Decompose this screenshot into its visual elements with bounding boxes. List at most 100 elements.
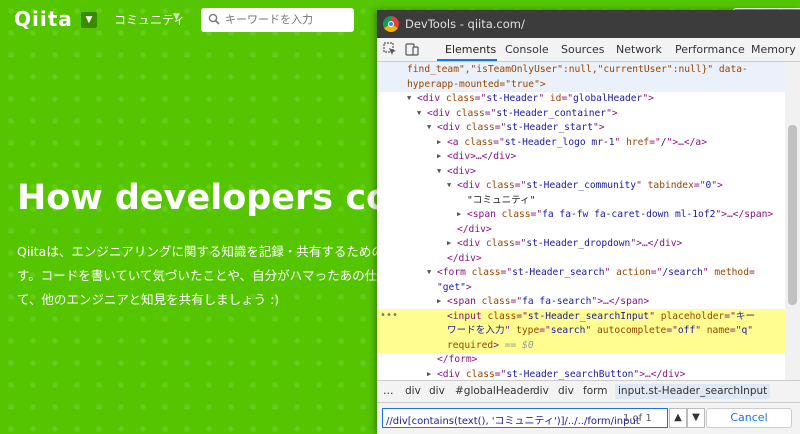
node-markup: <div>…</div> [447, 149, 516, 164]
dom-node-line[interactable]: find_team","isTeamOnlyUser":null,"curren… [377, 62, 785, 77]
dom-node-line[interactable]: </div> [377, 222, 785, 237]
breadcrumb-item[interactable]: div [533, 385, 549, 397]
cancel-button[interactable]: Cancel [706, 408, 792, 428]
breadcrumb-current[interactable]: input.st-Header_searchInput [615, 384, 771, 399]
markup-token: =" [510, 296, 523, 307]
markup-token: =" [493, 136, 505, 148]
search-input[interactable] [223, 11, 348, 28]
node-markup: <div class="st-Header_container"> [427, 106, 618, 121]
dom-node-line[interactable]: "get"> [377, 280, 785, 295]
selected-node-line[interactable]: required> == $0 [377, 337, 785, 353]
dom-node-line[interactable]: ▶ <a class="st-Header_logo mr-1" href="/"… [377, 135, 785, 150]
logo-dropdown-caret-icon[interactable]: ▼ [81, 12, 97, 28]
devtools-window: DevTools - qiita.com/ Elements Console S… [377, 10, 800, 434]
markup-token: st-Header_searchInput [527, 310, 650, 322]
node-markup: <input class="st-Header_searchInput" pla… [447, 309, 755, 324]
dom-node-line[interactable]: ▼ <form class="st-Header_search" action="… [377, 265, 785, 280]
markup-token: =" [561, 93, 574, 104]
breadcrumb-item[interactable]: div [558, 385, 574, 397]
dom-node-line[interactable]: ▶ <span class="fa fa-fw fa-caret-down ml-… [377, 207, 785, 222]
find-bar: //div[contains(text(), 'コミュニティ')]/../../… [377, 402, 800, 434]
markup-token: <div [427, 107, 456, 119]
device-toolbar-icon[interactable] [405, 42, 419, 56]
expand-triangle-icon[interactable]: ▶ [437, 294, 441, 309]
markup-token: " [614, 136, 627, 148]
tab-elements[interactable]: Elements [445, 43, 496, 56]
node-markup: <div class="st-Header_searchButton">…</d… [437, 367, 685, 381]
find-next-button[interactable]: ▼ [687, 408, 705, 428]
breadcrumb-item[interactable]: #globalHeader [455, 385, 534, 397]
markup-token: " [585, 325, 598, 336]
expand-triangle-icon[interactable]: ▶ [447, 236, 451, 251]
markup-token: name [706, 325, 730, 336]
markup-token: =" [494, 368, 507, 380]
expand-triangle-icon[interactable]: ▶ [457, 207, 461, 222]
markup-token: </div> [447, 252, 482, 264]
selected-node-line[interactable]: ワードを入力" type="search" autocomplete="off"… [377, 323, 785, 338]
collapse-triangle-icon[interactable]: ▼ [427, 120, 431, 135]
dom-node-line[interactable]: ▼ <div class="st-Header_start"> [377, 120, 785, 135]
markup-token: > [465, 281, 472, 293]
elements-tree[interactable]: find_team","isTeamOnlyUser":null,"curren… [377, 62, 785, 380]
node-actions-icon[interactable]: ••• [380, 310, 398, 321]
dom-node-line[interactable]: </div> [377, 251, 785, 266]
devtools-titlebar[interactable]: DevTools - qiita.com/ [377, 10, 800, 38]
markup-token: "get" [437, 281, 466, 293]
tab-console[interactable]: Console [505, 43, 549, 56]
collapse-triangle-icon[interactable]: ▼ [427, 265, 431, 280]
dom-node-line[interactable]: ▼ <div class="st-Header_container"> [377, 106, 785, 121]
node-markup: ワードを入力" type="search" autocomplete="off"… [447, 323, 753, 338]
markup-token: st-Header_search [512, 267, 605, 278]
dom-breadcrumbs: … div div #globalHeader div div form input.st-H… [377, 380, 800, 402]
breadcrumb-item[interactable]: … [383, 385, 394, 397]
find-previous-button[interactable]: ▲ [669, 408, 687, 428]
dom-node-line[interactable]: ▶ <div class="st-Header_dropdown">…</div> [377, 236, 785, 251]
search-box[interactable] [201, 8, 354, 32]
breadcrumb-item[interactable]: div [405, 385, 421, 397]
dom-node-line[interactable]: ▶ <span class="fa fa-search">…</span> [377, 294, 785, 309]
find-input[interactable]: //div[contains(text(), 'コミュニティ')]/../../… [382, 408, 668, 428]
expand-triangle-icon[interactable]: ▶ [437, 135, 441, 150]
markup-token: =" [516, 310, 528, 322]
dom-node-line[interactable]: ▶ <div class="st-Header_searchButton">…</… [377, 367, 785, 381]
breadcrumb-item[interactable]: form [583, 385, 607, 397]
inspect-element-icon[interactable] [383, 42, 397, 56]
markup-token: class [465, 368, 495, 380]
tab-performance[interactable]: Performance [675, 43, 745, 56]
scroll-thumb[interactable] [788, 125, 797, 305]
breadcrumb-item[interactable]: div [429, 385, 445, 397]
collapse-triangle-icon[interactable]: ▼ [417, 106, 421, 121]
tab-memory[interactable]: Memory [751, 43, 796, 56]
expand-triangle-icon[interactable]: ▶ [427, 367, 431, 381]
devtools-tabbar: Elements Console Sources Network Perform… [377, 38, 800, 62]
markup-token: required [447, 339, 494, 351]
dom-node-line[interactable]: ▼ <div> [377, 164, 785, 179]
elements-scrollbar[interactable] [785, 62, 800, 380]
markup-token: <div [437, 122, 466, 133]
selected-node-line[interactable]: <input class="st-Header_searchInput" pla… [377, 308, 785, 324]
markup-token: " [747, 325, 754, 336]
community-caret-icon[interactable]: ▼ [173, 12, 180, 22]
dom-node-line[interactable]: </form> [377, 352, 785, 367]
dom-node-line[interactable]: ▶ <div>…</div> [377, 149, 785, 164]
node-markup: <div> [447, 164, 476, 179]
dom-node-line[interactable]: ▼ <div class="st-Header" id="globalHeader… [377, 91, 785, 106]
collapse-triangle-icon[interactable]: ▼ [407, 91, 411, 106]
tab-network[interactable]: Network [616, 43, 662, 56]
dom-node-line[interactable]: "コミュニティ" [377, 193, 785, 208]
markup-token: placeholder [660, 310, 725, 322]
dom-node-line[interactable]: hyperapp-mounted="true"> [377, 76, 785, 92]
markup-token: =" [724, 310, 736, 322]
markup-token: /search [662, 267, 703, 278]
expand-triangle-icon[interactable]: ▶ [437, 149, 441, 164]
markup-token: action [616, 267, 651, 278]
markup-token: " [695, 325, 707, 336]
markup-token: off [677, 325, 696, 336]
collapse-triangle-icon[interactable]: ▼ [447, 178, 451, 193]
dom-node-line[interactable]: ▼ <div class="st-Header_community" tabind… [377, 178, 785, 193]
qiita-logo[interactable]: Qiita [14, 7, 73, 31]
markup-token: "> [606, 107, 618, 119]
tab-sources[interactable]: Sources [561, 43, 605, 56]
node-markup: hyperapp-mounted="true"> [407, 77, 546, 92]
collapse-triangle-icon[interactable]: ▼ [437, 164, 441, 179]
